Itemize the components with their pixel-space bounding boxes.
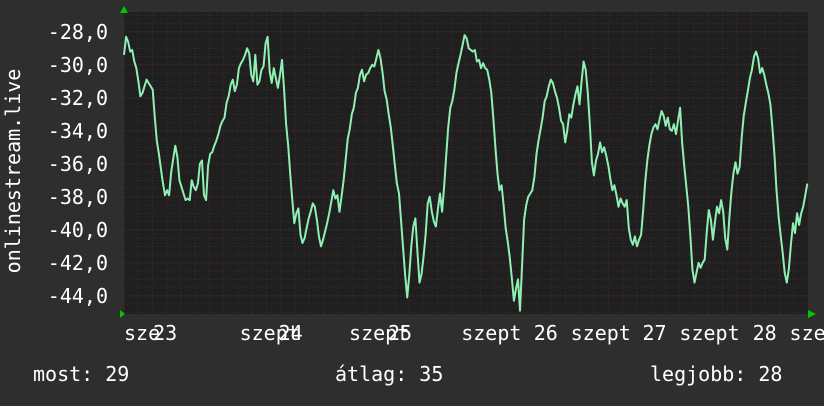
y-tick-label: -38,0 — [48, 185, 108, 209]
x-tick-label: 26 — [534, 321, 558, 345]
chart-canvas: -28,0 -30,0 -32,0 -34,0 -36,0 -38,0 -40,0 -42,0… — [1, 6, 824, 345]
y-axis-label: onlinestream.live — [1, 69, 25, 274]
y-tick-label: -44,0 — [48, 284, 108, 308]
y-axis-arrow — [120, 6, 128, 13]
average-value-stat: átlag: 35 — [335, 362, 444, 386]
y-tick-label: -40,0 — [48, 218, 108, 242]
y-tick-label: -36,0 — [48, 152, 108, 176]
x-axis: sze23 szept24 szept25 szept 26 szept 27 szept 28… — [124, 321, 824, 345]
x-tick-label: szept — [679, 321, 739, 345]
y-tick-label: -34,0 — [48, 119, 108, 143]
x-axis-arrow — [808, 310, 816, 318]
x-tick-label: szept — [461, 321, 521, 345]
best-value-stat: legjobb: 28 — [650, 362, 783, 386]
y-tick-label: -32,0 — [48, 86, 108, 110]
x-tick-label: 23 — [153, 321, 177, 345]
x-tick-label: 28 — [753, 321, 777, 345]
temperature-chart: -28,0 -30,0 -32,0 -34,0 -36,0 -38,0 -40,0 -42,0… — [0, 0, 824, 402]
y-tick-label: -28,0 — [48, 20, 108, 44]
x-tick-label: 27 — [642, 321, 666, 345]
y-tick-label: -42,0 — [48, 251, 108, 275]
x-tick-label: szept — [571, 321, 631, 345]
y-axis: -28,0 -30,0 -32,0 -34,0 -36,0 -38,0 -40,0 -42,0… — [48, 20, 108, 308]
current-value-stat: most: 29 — [33, 362, 130, 386]
x-tick-label: 25 — [388, 321, 412, 345]
y-tick-label: -30,0 — [48, 53, 108, 77]
x-tick-label: 24 — [279, 321, 303, 345]
x-tick-label: szept — [790, 321, 824, 345]
